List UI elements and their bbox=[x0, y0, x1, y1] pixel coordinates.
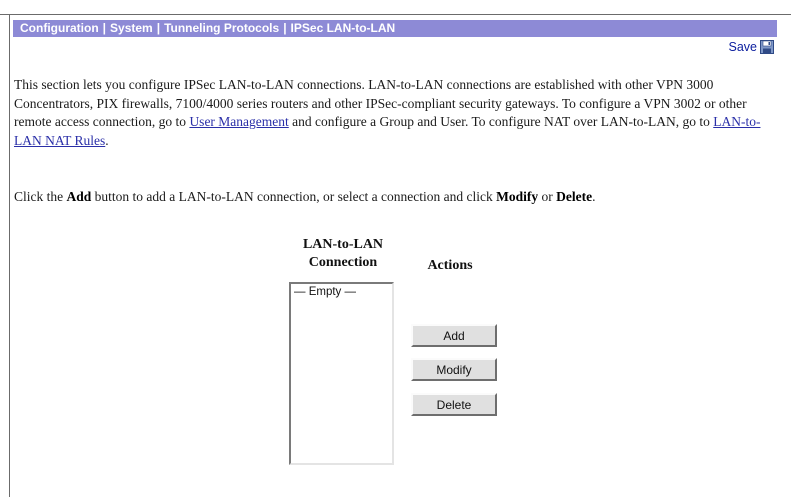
connection-listbox[interactable]: — Empty — bbox=[289, 282, 394, 465]
frame-left-border bbox=[9, 14, 10, 497]
save-label: Save bbox=[728, 40, 758, 54]
delete-button[interactable]: Delete bbox=[411, 393, 497, 416]
connection-column-header: LAN-to-LAN Connection bbox=[290, 236, 396, 272]
instruction-part: . bbox=[592, 189, 596, 204]
breadcrumb-separator: | bbox=[283, 21, 287, 35]
save-button[interactable]: Save bbox=[728, 38, 774, 56]
intro-text: and configure a Group and User. To confi… bbox=[288, 114, 714, 129]
breadcrumb: Configuration | System | Tunneling Protocols… bbox=[20, 20, 395, 37]
instruction-add-word: Add bbox=[66, 189, 92, 204]
instruction-part: Click the bbox=[14, 189, 67, 204]
intro-text: . bbox=[105, 132, 109, 148]
breadcrumb-separator: | bbox=[102, 21, 107, 35]
breadcrumb-tunneling-protocols[interactable]: Tunneling Protocols bbox=[164, 21, 279, 35]
instruction-delete-word: Delete bbox=[556, 189, 593, 204]
modify-button[interactable]: Modify bbox=[411, 358, 497, 381]
instruction-modify-word: Modify bbox=[496, 189, 539, 204]
breadcrumb-system[interactable]: System bbox=[110, 21, 153, 35]
instruction-part: or bbox=[538, 189, 557, 204]
breadcrumb-separator: | bbox=[156, 21, 161, 35]
instruction-text: Click the Add button to add a LAN-to-LAN… bbox=[14, 188, 780, 206]
intro-paragraph: This section lets you configure IPSec LA… bbox=[14, 76, 780, 150]
window-top-border bbox=[0, 0, 791, 15]
breadcrumb-configuration[interactable]: Configuration bbox=[20, 21, 99, 35]
floppy-disk-icon bbox=[760, 40, 774, 54]
add-button[interactable]: Add bbox=[411, 324, 497, 347]
instruction-part: button to add a LAN-to-LAN connection, o… bbox=[91, 189, 497, 204]
connection-header-line1: LAN-to-LAN bbox=[302, 237, 384, 252]
connection-list-item[interactable]: — Empty — bbox=[291, 284, 392, 299]
connection-header-line2: Connection bbox=[308, 255, 378, 270]
user-management-link[interactable]: User Management bbox=[189, 114, 288, 129]
breadcrumb-ipsec-lan-to-lan: IPSec LAN-to-LAN bbox=[290, 21, 396, 35]
actions-column-header: Actions bbox=[427, 258, 473, 273]
